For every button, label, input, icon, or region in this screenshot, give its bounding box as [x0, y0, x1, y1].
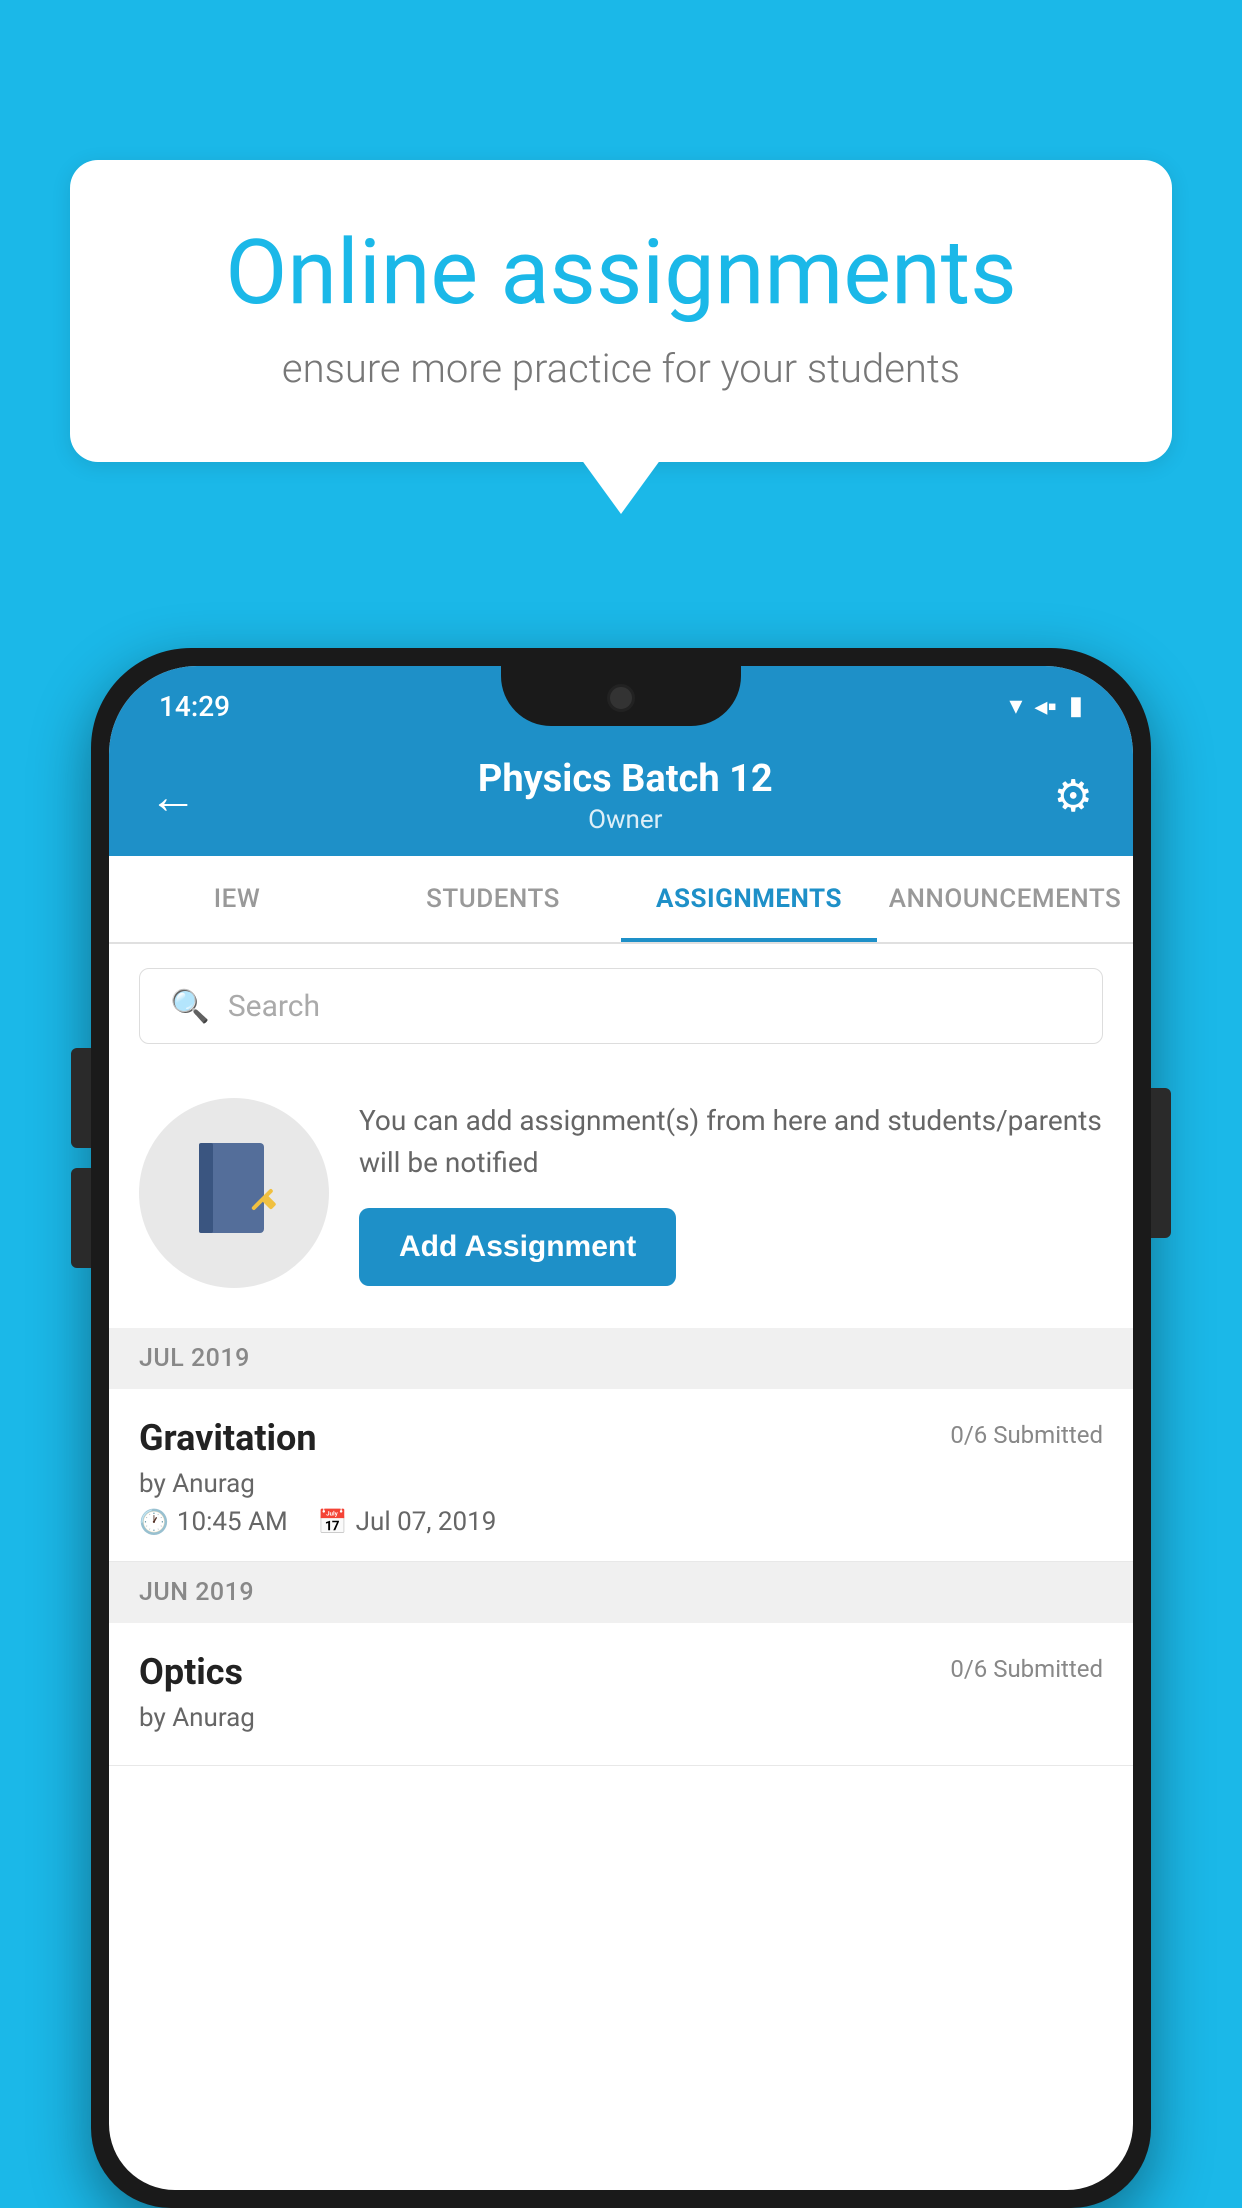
battery-icon: ▮	[1069, 691, 1083, 721]
settings-icon[interactable]: ⚙	[1054, 770, 1093, 822]
phone-notch	[501, 666, 741, 726]
tab-students[interactable]: STUDENTS	[365, 856, 621, 942]
phone-content: 14:29 ▾ ◂▪ ▮ ← Physics Batch 12 Owner ⚙ …	[109, 666, 1133, 2190]
assignment-by-optics: by Anurag	[139, 1703, 1103, 1733]
assignment-item-optics[interactable]: Optics 0/6 Submitted by Anurag	[109, 1623, 1133, 1766]
assignment-name-optics: Optics	[139, 1651, 243, 1693]
assignment-time: 🕐 10:45 AM	[139, 1507, 288, 1537]
promo-description: You can add assignment(s) from here and …	[359, 1100, 1103, 1184]
search-placeholder: Search	[228, 989, 320, 1024]
back-button[interactable]: ←	[149, 768, 197, 825]
front-camera	[607, 684, 635, 712]
tabs-container: IEW STUDENTS ASSIGNMENTS ANNOUNCEMENTS	[109, 856, 1133, 944]
section-header-jun: JUN 2019	[109, 1562, 1133, 1623]
promo-right: You can add assignment(s) from here and …	[359, 1100, 1103, 1286]
assignment-date: 📅 Jul 07, 2019	[318, 1507, 497, 1537]
phone-frame: 14:29 ▾ ◂▪ ▮ ← Physics Batch 12 Owner ⚙ …	[91, 648, 1151, 2208]
notebook-icon	[189, 1138, 279, 1248]
section-header-jul: JUL 2019	[109, 1328, 1133, 1389]
clock-icon: 🕐	[139, 1508, 169, 1536]
side-button-power	[1151, 1088, 1171, 1238]
assignment-submitted-optics: 0/6 Submitted	[950, 1655, 1103, 1683]
assignment-meta: 🕐 10:45 AM 📅 Jul 07, 2019	[139, 1507, 1103, 1537]
side-button-volume-up	[71, 1048, 91, 1148]
assignment-top: Gravitation 0/6 Submitted	[139, 1417, 1103, 1459]
assignment-name: Gravitation	[139, 1417, 317, 1459]
search-icon: 🔍	[170, 987, 210, 1025]
status-icons: ▾ ◂▪ ▮	[1009, 691, 1083, 722]
add-assignment-button[interactable]: Add Assignment	[359, 1208, 676, 1286]
header-subtitle: Owner	[478, 805, 773, 835]
speech-bubble-container: Online assignments ensure more practice …	[70, 160, 1172, 462]
search-container: 🔍 Search	[109, 944, 1133, 1068]
tab-iew[interactable]: IEW	[109, 856, 365, 942]
assignment-top-2: Optics 0/6 Submitted	[139, 1651, 1103, 1693]
tab-assignments[interactable]: ASSIGNMENTS	[621, 856, 877, 942]
phone-screen: 14:29 ▾ ◂▪ ▮ ← Physics Batch 12 Owner ⚙ …	[109, 666, 1133, 2190]
header-center: Physics Batch 12 Owner	[478, 757, 773, 835]
assignment-item-gravitation[interactable]: Gravitation 0/6 Submitted by Anurag 🕐 10…	[109, 1389, 1133, 1562]
signal-icon: ◂▪	[1034, 691, 1056, 722]
wifi-icon: ▾	[1009, 691, 1022, 721]
speech-bubble-subtitle: ensure more practice for your students	[150, 345, 1092, 392]
calendar-icon: 📅	[318, 1508, 348, 1536]
assignment-submitted: 0/6 Submitted	[950, 1421, 1103, 1449]
speech-bubble-title: Online assignments	[150, 220, 1092, 325]
status-time: 14:29	[159, 690, 230, 723]
promo-card: You can add assignment(s) from here and …	[109, 1068, 1133, 1328]
assignment-date-value: Jul 07, 2019	[356, 1507, 497, 1537]
assignment-time-value: 10:45 AM	[177, 1507, 288, 1537]
promo-icon-circle	[139, 1098, 329, 1288]
tab-announcements[interactable]: ANNOUNCEMENTS	[877, 856, 1133, 942]
speech-bubble: Online assignments ensure more practice …	[70, 160, 1172, 462]
search-bar[interactable]: 🔍 Search	[139, 968, 1103, 1044]
assignment-by: by Anurag	[139, 1469, 1103, 1499]
side-button-volume-down	[71, 1168, 91, 1268]
header-title: Physics Batch 12	[478, 757, 773, 801]
app-header: ← Physics Batch 12 Owner ⚙	[109, 736, 1133, 856]
